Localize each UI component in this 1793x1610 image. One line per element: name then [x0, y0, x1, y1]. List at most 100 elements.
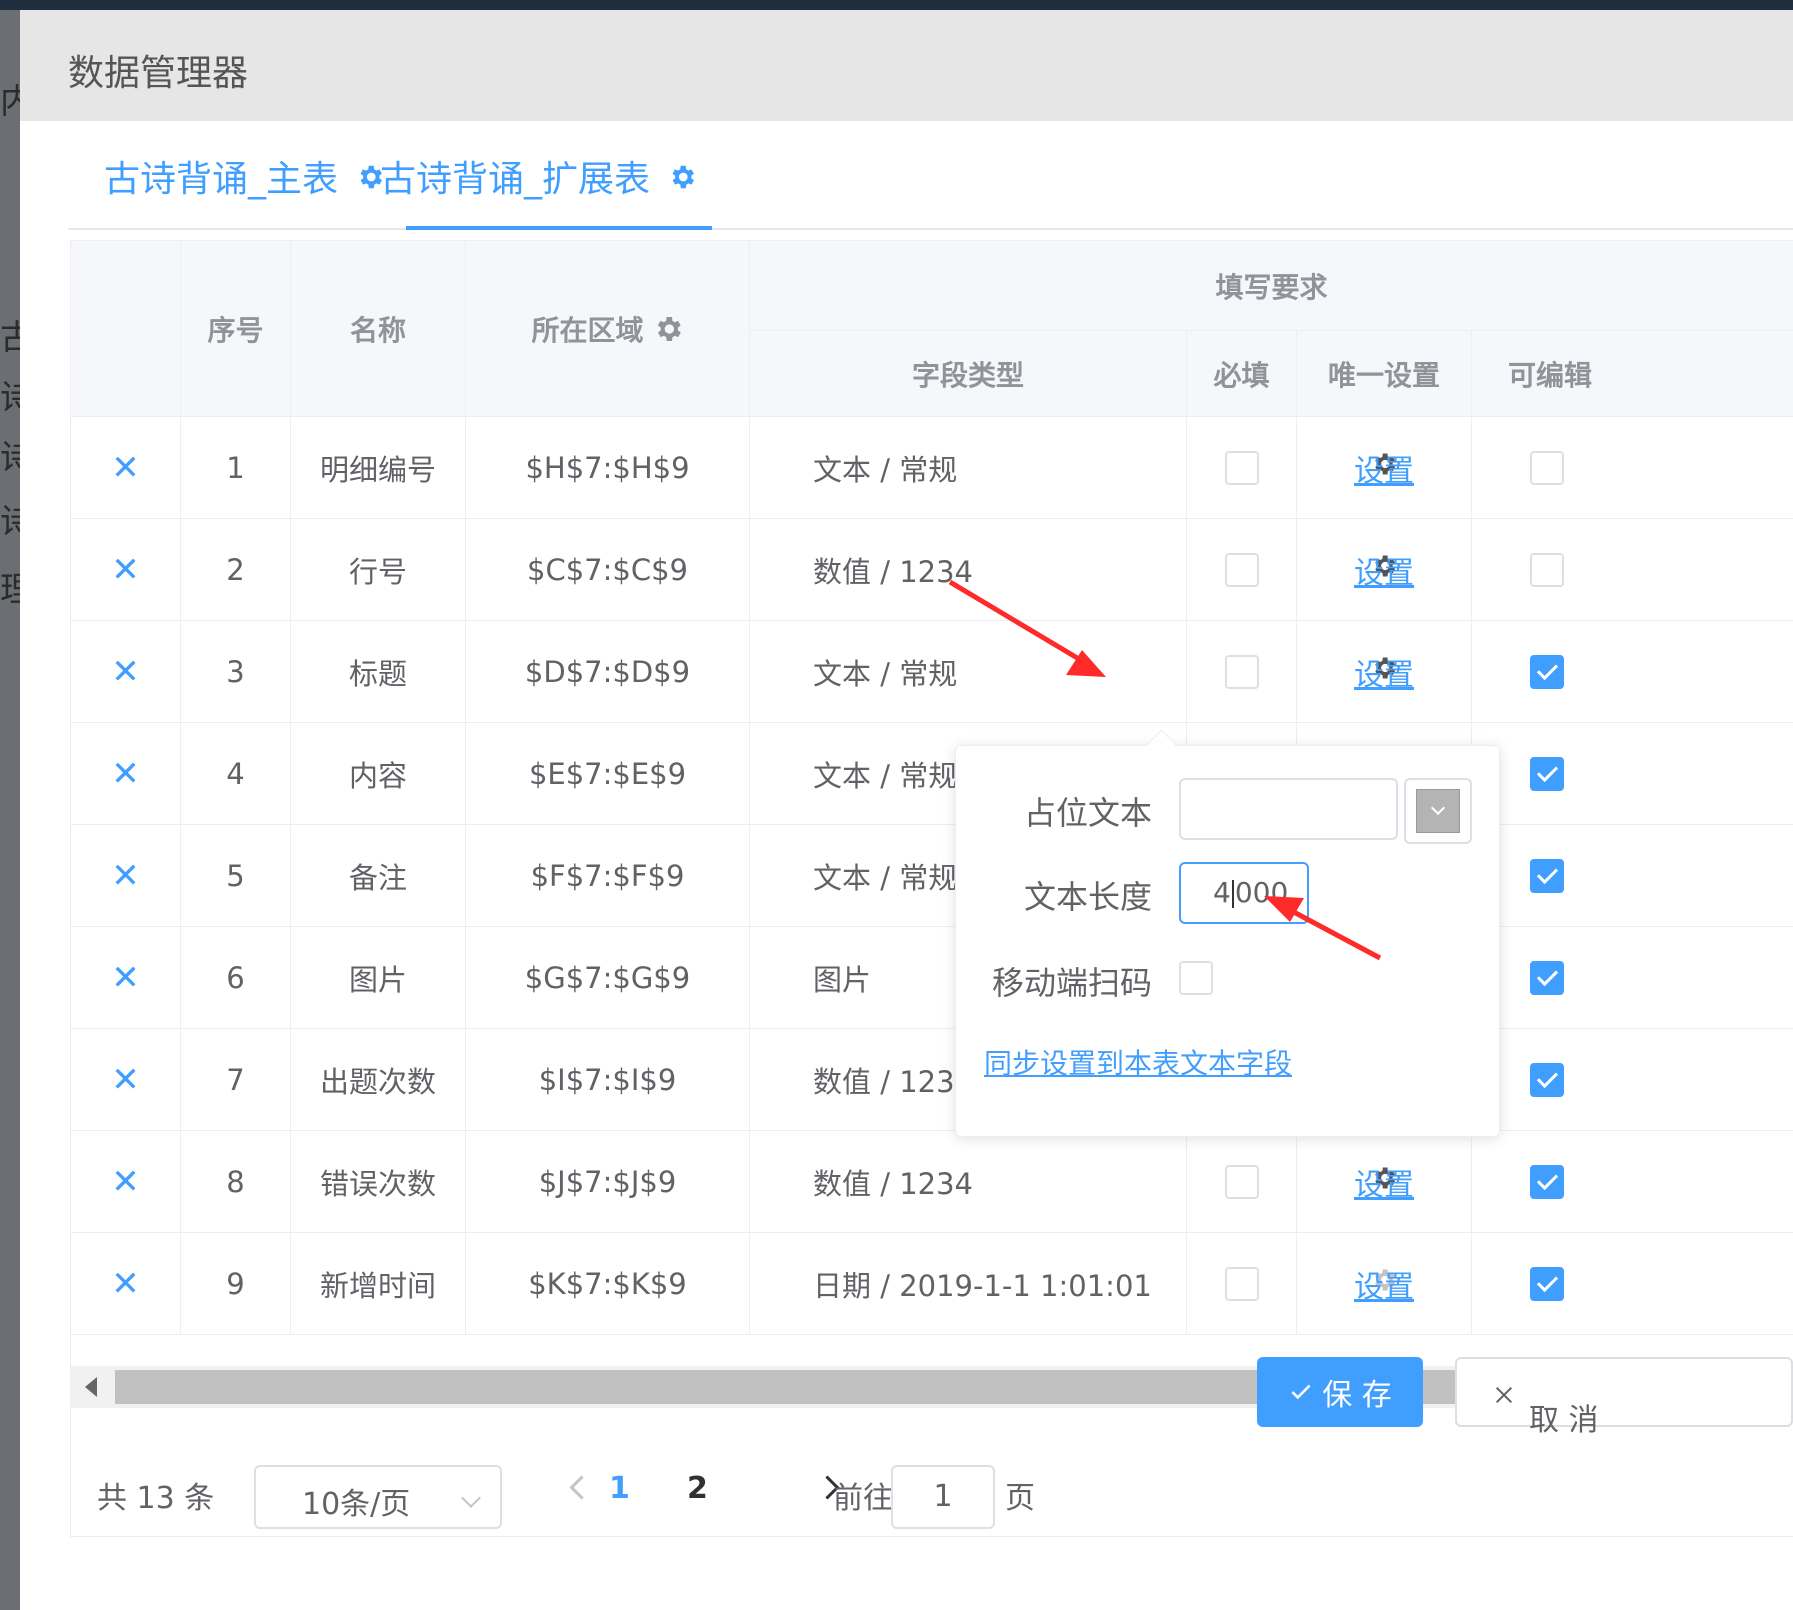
- table-row: ✕ 8 错误次数 $J$7:$J$9 数值 / 1234 设置: [71, 1131, 1793, 1233]
- header-group-requirements: 填写要求: [750, 241, 1793, 331]
- cancel-button[interactable]: 取 消: [1455, 1357, 1793, 1438]
- row-name: 图片: [291, 927, 466, 1028]
- row-index: 4: [181, 723, 291, 824]
- unique-setting-link[interactable]: 设置: [1354, 650, 1414, 694]
- unique-setting-link[interactable]: 设置: [1354, 1262, 1414, 1306]
- gear-icon[interactable]: [667, 133, 697, 229]
- table-row: ✕7出题次数$I$7:$I$9数值 / 1234设置: [71, 1029, 1793, 1131]
- required-checkbox[interactable]: [1224, 450, 1259, 485]
- total-count: 共 13 条: [97, 1481, 215, 1516]
- unique-cell: 设置: [1297, 519, 1472, 620]
- editable-cell: [1472, 927, 1793, 1028]
- row-index: 9: [181, 1233, 291, 1334]
- text-field-settings-popover: 占位文本 文本长度 4 000 移动端扫码 同步设置到本表文本字段: [955, 729, 1500, 1137]
- header-required: 必填: [1187, 331, 1297, 417]
- row-field-type: 图片: [813, 962, 872, 997]
- row-name: 内容: [291, 723, 466, 824]
- close-icon[interactable]: ✕: [111, 958, 140, 998]
- cancel-button-label: 取 消: [1529, 1403, 1599, 1438]
- field-type-cell: 文本 / 常规: [750, 621, 1187, 722]
- row-name: 备注: [291, 825, 466, 926]
- delete-cell: ✕: [71, 1029, 181, 1130]
- unique-cell: 设置: [1297, 621, 1472, 722]
- editable-checkbox[interactable]: [1530, 450, 1564, 485]
- required-checkbox[interactable]: [1224, 1266, 1259, 1301]
- row-field-type: 文本 / 常规: [813, 452, 958, 487]
- page-size-value: 10条/页: [302, 1487, 411, 1522]
- gear-icon[interactable]: [652, 313, 684, 345]
- editable-checkbox[interactable]: [1530, 960, 1564, 995]
- delete-cell: ✕: [71, 723, 181, 824]
- page-size-select[interactable]: 10条/页: [254, 1465, 502, 1529]
- unique-setting-link[interactable]: 设置: [1354, 446, 1414, 490]
- table-row: ✕ 3 标题 $D$7:$D$9 文本 / 常规 设置: [71, 621, 1793, 723]
- field-type-cell: 数值 / 1234: [750, 519, 1187, 620]
- row-name: 错误次数: [291, 1131, 466, 1232]
- header-delete-column: [71, 241, 181, 417]
- save-button[interactable]: 保 存: [1257, 1357, 1423, 1427]
- row-region: $H$7:$H$9: [466, 417, 750, 518]
- row-name: 出题次数: [291, 1029, 466, 1130]
- placeholder-input[interactable]: [1179, 778, 1398, 840]
- close-icon[interactable]: ✕: [111, 856, 140, 896]
- pagination: 共 13 条 10条/页 1 2 前往 1 页: [71, 1441, 1793, 1536]
- save-button-label: 保 存: [1322, 1378, 1392, 1413]
- editable-checkbox[interactable]: [1530, 552, 1564, 587]
- close-icon[interactable]: ✕: [111, 754, 140, 794]
- sync-settings-link[interactable]: 同步设置到本表文本字段: [984, 1042, 1292, 1082]
- tab-bar: 古诗背诵_主表 古诗背诵_扩展表: [68, 132, 1793, 230]
- text-length-value-part: 000: [1234, 876, 1289, 909]
- editable-cell: [1472, 1131, 1793, 1232]
- editable-checkbox[interactable]: [1530, 858, 1564, 893]
- close-icon[interactable]: ✕: [111, 652, 140, 692]
- required-checkbox[interactable]: [1224, 552, 1259, 587]
- editable-checkbox[interactable]: [1530, 756, 1564, 791]
- cancel-button-content: 取 消: [1493, 1377, 1599, 1438]
- window-top-bar: [0, 0, 1793, 10]
- text-length-label: 文本长度: [1023, 878, 1152, 916]
- chevron-down-icon: [1416, 789, 1460, 833]
- scroll-left-icon[interactable]: [85, 1377, 97, 1397]
- row-field-type: 数值 / 1234: [813, 1166, 974, 1201]
- page-number-2[interactable]: 2: [687, 1471, 708, 1506]
- goto-page-input[interactable]: 1: [891, 1465, 995, 1529]
- field-type-cell: 数值 / 1234: [750, 1131, 1187, 1232]
- tab-extension-table[interactable]: 古诗背诵_扩展表: [380, 132, 697, 226]
- editable-checkbox[interactable]: [1530, 1266, 1564, 1301]
- editable-cell: [1472, 1029, 1793, 1130]
- page-number-1[interactable]: 1: [609, 1471, 630, 1506]
- required-cell: [1187, 519, 1297, 620]
- required-checkbox[interactable]: [1224, 654, 1259, 689]
- active-tab-indicator: [406, 226, 712, 230]
- editable-checkbox[interactable]: [1530, 1164, 1564, 1199]
- table-row: ✕ 1 明细编号 $H$7:$H$9 文本 / 常规 设置: [71, 417, 1793, 519]
- close-icon[interactable]: ✕: [111, 1162, 140, 1202]
- row-region: $J$7:$J$9: [466, 1131, 750, 1232]
- delete-cell: ✕: [71, 927, 181, 1028]
- header-index: 序号: [181, 241, 291, 417]
- tab-label: 古诗背诵_扩展表: [380, 159, 651, 200]
- table-row: ✕4内容$E$7:$E$9文本 / 常规设置: [71, 723, 1793, 825]
- unique-setting-link[interactable]: 设置: [1354, 1160, 1414, 1204]
- close-icon[interactable]: ✕: [111, 448, 140, 488]
- chevron-down-icon: [461, 1488, 481, 1508]
- dialog-title: 数据管理器: [68, 53, 249, 94]
- unique-setting-link[interactable]: 设置: [1354, 548, 1414, 592]
- close-icon[interactable]: ✕: [111, 1264, 140, 1304]
- mobile-scan-checkbox[interactable]: [1179, 961, 1213, 995]
- editable-checkbox[interactable]: [1530, 654, 1564, 689]
- tab-main-table[interactable]: 古诗背诵_主表: [104, 132, 385, 226]
- header-region: 所在区域: [466, 241, 750, 417]
- required-cell: [1187, 1131, 1297, 1232]
- mobile-scan-label: 移动端扫码: [991, 964, 1152, 1002]
- unique-cell: 设置: [1297, 1131, 1472, 1232]
- required-checkbox[interactable]: [1224, 1164, 1259, 1199]
- table-row: ✕ 9 新增时间 $K$7:$K$9 日期 / 2019-1-1 1:01:01 设置: [71, 1233, 1793, 1335]
- placeholder-dropdown-button[interactable]: [1404, 778, 1472, 844]
- text-length-input[interactable]: 4 000: [1179, 862, 1309, 924]
- header-unique: 唯一设置: [1297, 331, 1472, 417]
- close-icon[interactable]: ✕: [111, 1060, 140, 1100]
- prev-page-icon[interactable]: [569, 1475, 594, 1500]
- editable-checkbox[interactable]: [1530, 1062, 1564, 1097]
- close-icon[interactable]: ✕: [111, 550, 140, 590]
